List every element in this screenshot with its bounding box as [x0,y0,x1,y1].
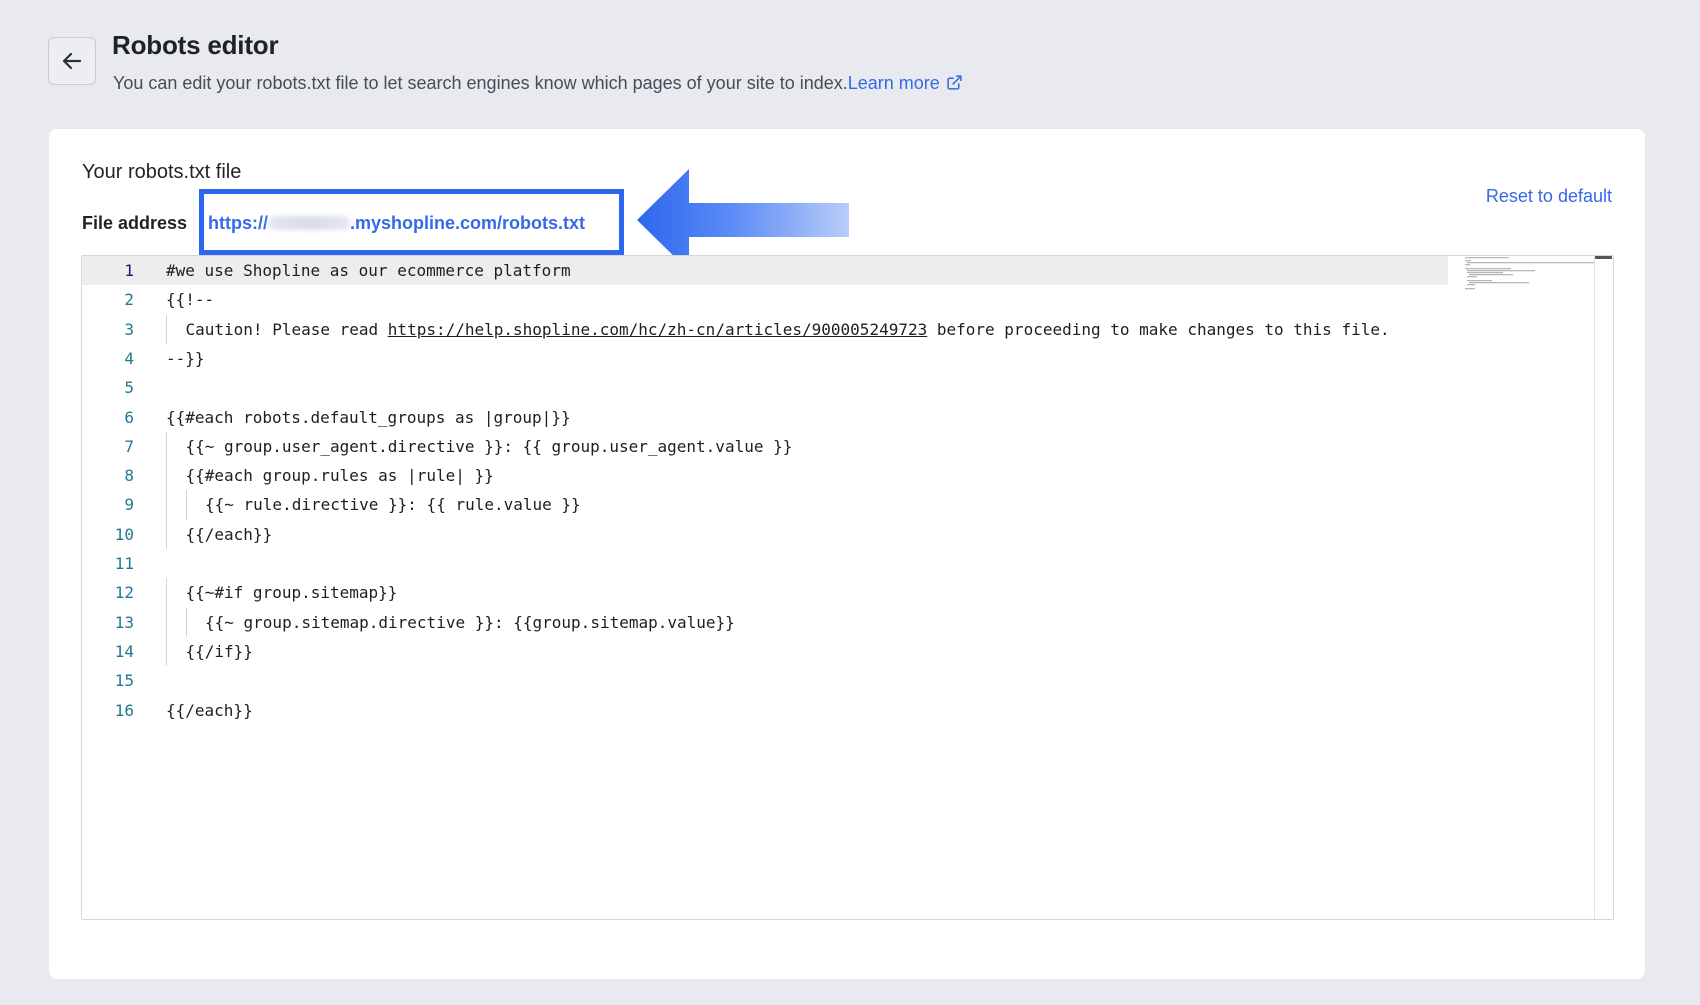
line-number: 4 [124,348,134,368]
indent-guide [166,314,167,344]
page-title: Robots editor [112,30,279,60]
code-line[interactable]: 15 [82,666,1448,695]
code-segment: {{#each group.rules as |rule| }} [185,466,494,486]
indent-guide [166,607,167,637]
indent-guide [185,607,187,637]
code-line[interactable]: 1 #we use Shopline as our ecommerce platf… [82,256,1448,285]
code-segment: #we use Shopline as our ecommerce platfo… [166,261,571,280]
editor-scrollbar[interactable] [1594,256,1613,919]
indent-guide [166,519,167,549]
robots-file-card: Your robots.txt file File address https:… [49,129,1645,979]
line-number: 1 [124,261,134,280]
indent-guide [166,578,167,608]
code-text: {{!-- [166,290,214,309]
line-number: 16 [114,700,134,720]
description-text: You can edit your robots.txt file to let… [113,73,848,93]
indent-guide [166,490,167,520]
code-text: {{#each robots.default_groups as |group|… [166,408,571,427]
line-number: 15 [114,671,134,691]
code-line[interactable]: 12 {{~#if group.sitemap}} [82,578,1448,607]
file-address-link[interactable]: https:// .myshopline.com/robots.txt [208,213,585,234]
code-segment: {{/each}} [166,700,253,720]
line-number: 6 [124,407,134,427]
code-text: Caution! Please read https://help.shopli… [186,320,1390,339]
code-segment: {{~ rule.directive }}: {{ rule.value }} [205,495,581,515]
back-button[interactable] [48,37,96,85]
code-line[interactable]: 3 Caution! Please read https://help.shopl… [82,315,1448,344]
redacted-domain [268,216,350,230]
code-line[interactable]: 9 {{~ rule.directive }}: {{ rule.value }} [82,490,1448,519]
line-number: 13 [114,612,134,632]
code-line[interactable]: 13 {{~ group.sitemap.directive }}: {{grou… [82,608,1448,637]
indent-guide [166,431,167,462]
learn-more-link[interactable]: Learn more [848,73,963,93]
code-text: {{~ rule.directive }}: {{ rule.value }} [205,495,581,514]
reset-to-default-link[interactable]: Reset to default [1486,186,1612,207]
code-line[interactable]: 2 {{!-- [82,285,1448,314]
line-number: 5 [124,378,134,398]
indent-guide [185,490,187,520]
code-segment: {{~ group.sitemap.directive }}: {{group.… [205,612,735,632]
line-number: 2 [124,290,134,310]
line-number: 12 [114,583,134,603]
code-segment: {{#each robots.default_groups as |group|… [166,407,571,427]
code-segment: {{~ group.user_agent.directive }}: {{ gr… [185,436,793,456]
line-number: 8 [124,466,134,486]
code-editor[interactable]: 1 #we use Shopline as our ecommerce platf… [81,255,1614,920]
code-text: {{~#if group.sitemap}} [186,583,398,602]
code-line[interactable]: 4 --}} [82,344,1448,373]
code-text: {{/if}} [186,642,253,661]
line-number: 3 [124,319,134,339]
indent-guide [166,461,167,491]
code-text: {{~ group.sitemap.directive }}: {{group.… [205,613,735,632]
code-text: {{~ group.user_agent.directive }}: {{ gr… [186,437,793,456]
arrow-left-icon [62,52,82,70]
line-number: 11 [114,554,134,573]
scrollbar-thumb[interactable] [1595,256,1612,259]
code-line[interactable]: 16 {{/each}} [82,696,1448,725]
code-line[interactable]: 6 {{#each robots.default_groups as |group… [82,403,1448,432]
code-segment: --}} [166,348,205,368]
code-line[interactable]: 14 {{/if}} [82,637,1448,666]
indent-guide [166,636,167,667]
line-number: 7 [124,436,134,456]
line-number: 9 [124,495,134,515]
code-segment: {{/each}} [185,524,273,544]
code-segment: {{!-- [166,290,215,310]
card-title: Your robots.txt file [82,161,242,183]
line-number: 14 [114,641,134,661]
code-line[interactable]: 11 [82,549,1448,578]
code-line[interactable]: 10 {{/each}} [82,520,1448,549]
code-segment: before proceeding to make changes to thi… [927,319,1390,339]
help-article-link[interactable]: https://help.shopline.com/hc/zh-cn/artic… [388,320,927,339]
code-text: {{#each group.rules as |rule| }} [186,466,494,485]
file-address-prefix: https:// [208,213,268,233]
code-line[interactable]: 8 {{#each group.rules as |rule| }} [82,461,1448,490]
code-text: #we use Shopline as our ecommerce platfo… [166,261,571,280]
learn-more-label: Learn more [847,73,940,93]
code-segment: Caution! Please read [185,319,388,339]
code-text: --}} [166,349,205,368]
code-text: {{/each}} [166,701,253,720]
file-address-suffix: .myshopline.com/robots.txt [350,213,586,233]
line-number: 10 [114,524,134,544]
file-address-label: File address [82,213,188,233]
code-segment: {{/if}} [185,641,253,661]
external-link-icon [947,75,962,90]
code-line[interactable]: 5 [82,373,1448,402]
code-line[interactable]: 7 {{~ group.user_agent.directive }}: {{ g… [82,432,1448,461]
minimap[interactable] [1459,256,1597,306]
code-text: {{/each}} [186,525,273,544]
page-description: You can edit your robots.txt file to let… [113,73,963,94]
code-segment: {{~#if group.sitemap}} [185,583,398,603]
